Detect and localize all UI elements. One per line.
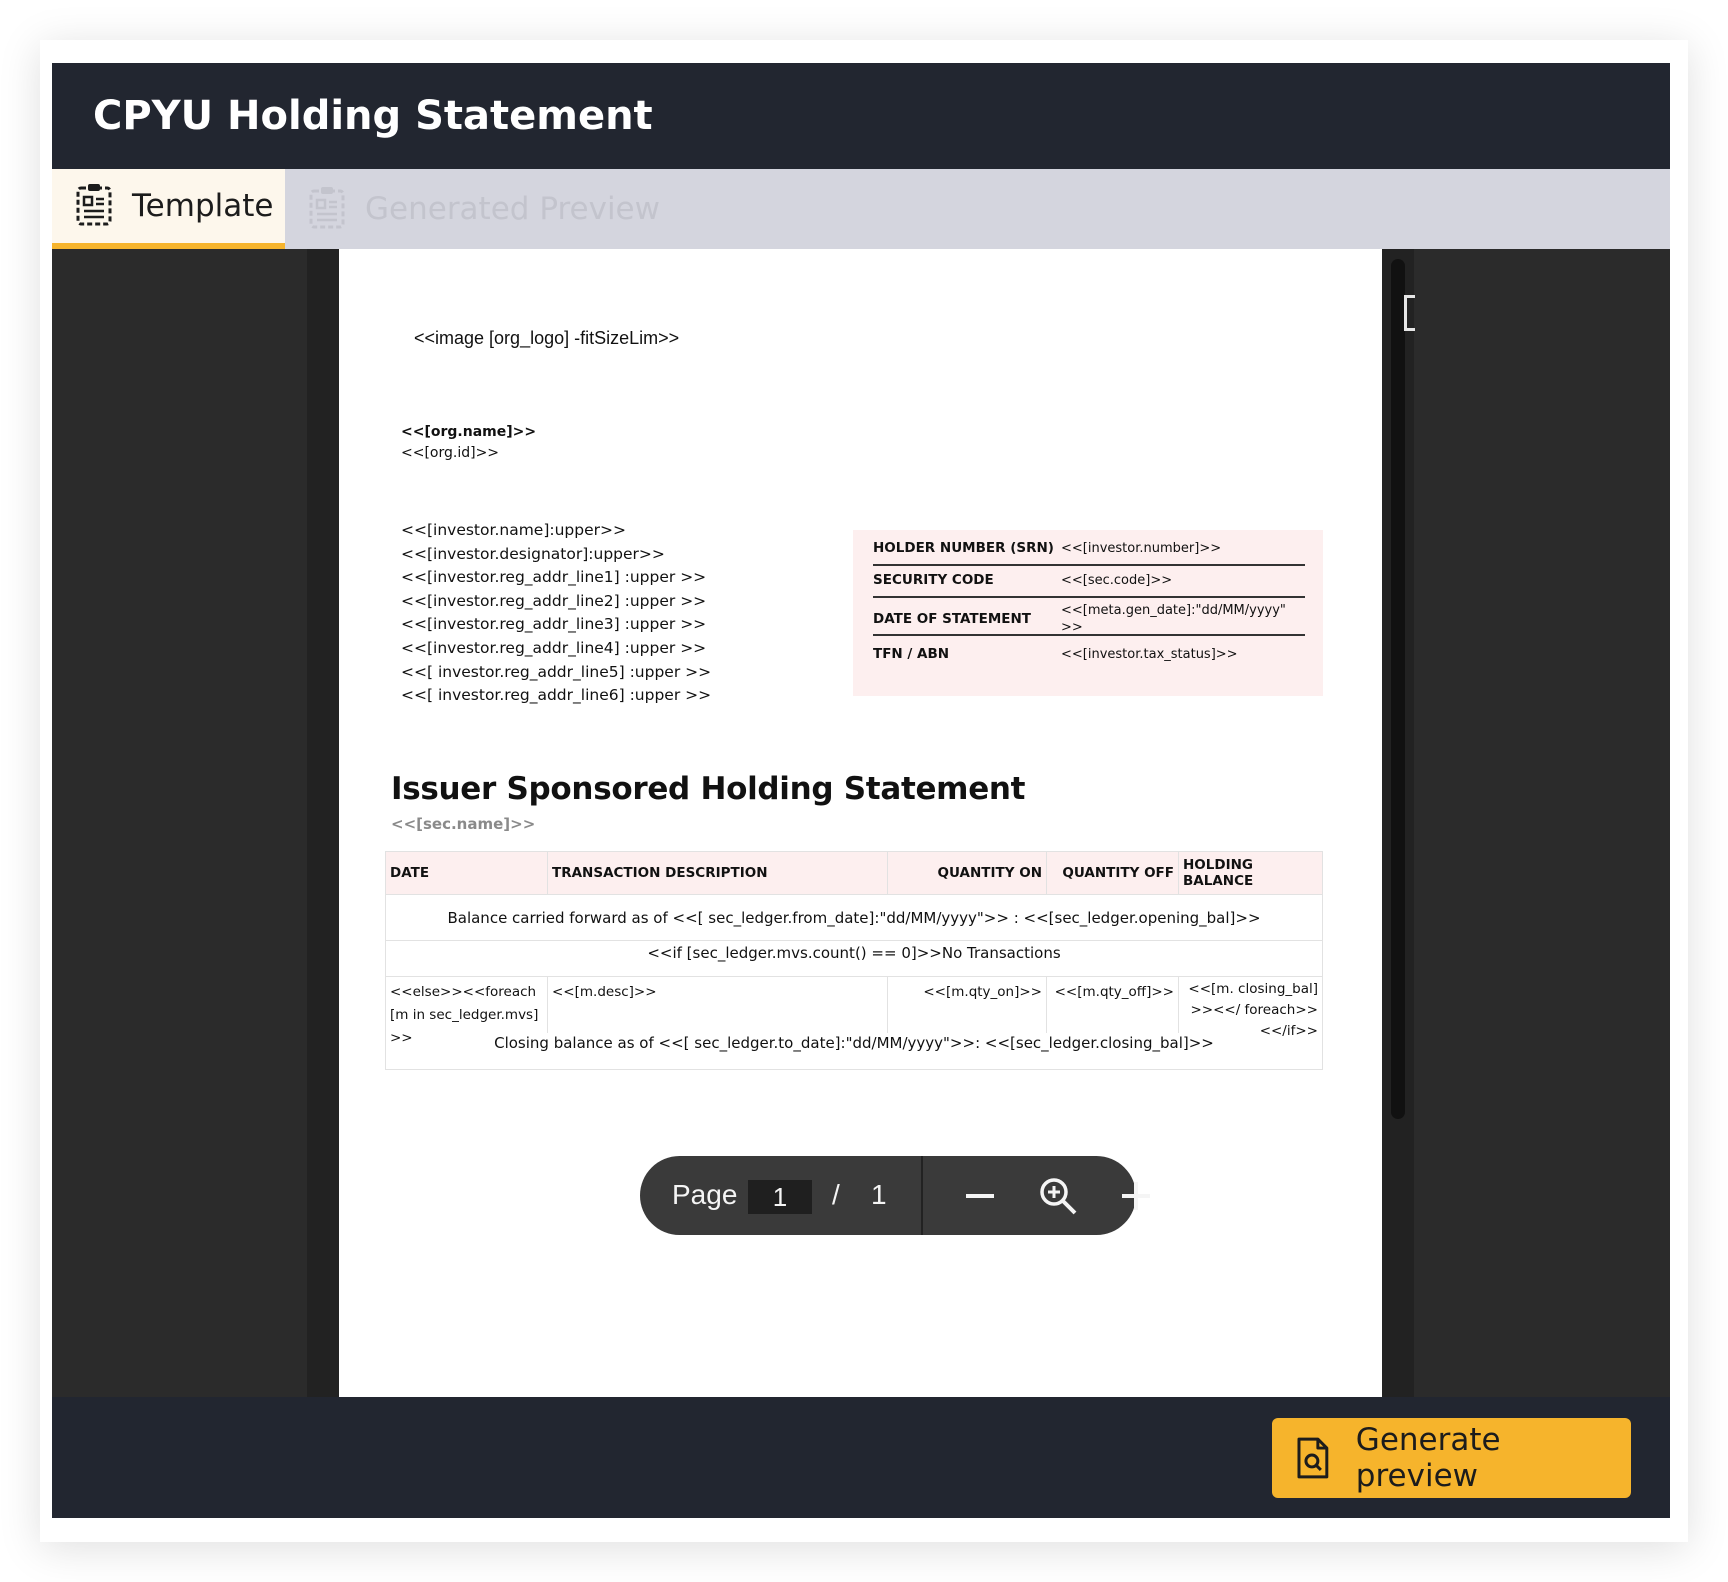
- address-line: <<[investor.reg_addr_line2] :upper >>: [401, 591, 707, 610]
- holder-info-value: <<[investor.tax_status]>>: [1061, 647, 1238, 662]
- column-header: QUANTITY OFF: [1047, 852, 1179, 894]
- address-line: <<[investor.designator]:upper>>: [401, 544, 665, 563]
- statement-subheading: <<[sec.name]>>: [391, 815, 536, 833]
- ledger-header: DATE TRANSACTION DESCRIPTION QUANTITY ON…: [386, 852, 1322, 895]
- table-cell: <<[m.qty_on]>>: [888, 977, 1047, 1033]
- tab-generated-preview-label: Generated Preview: [365, 191, 660, 227]
- holder-info-label: SECURITY CODE: [873, 572, 994, 588]
- address-line: <<[investor.reg_addr_line4] :upper >>: [401, 638, 707, 657]
- tab-template-label: Template: [132, 188, 274, 224]
- investor-address-block: <<[investor.name]:upper>> <<[investor.de…: [401, 519, 711, 708]
- column-header: TRANSACTION DESCRIPTION: [548, 852, 888, 894]
- page-label: Page: [672, 1179, 738, 1210]
- column-header: QUANTITY ON: [888, 852, 1047, 894]
- tab-bar: Template Generated Preview: [52, 169, 1670, 249]
- balance-forward-row: Balance carried forward as of <<[ sec_le…: [386, 895, 1322, 941]
- tab-template[interactable]: Template: [52, 169, 285, 249]
- address-line: <<[investor.name]:upper>>: [401, 521, 626, 539]
- holder-info-row: DATE OF STATEMENT <<[meta.gen_date]:"dd/…: [873, 603, 1305, 636]
- toolbar-divider: [921, 1156, 923, 1235]
- logo-placeholder: <<image [org_logo] -fitSizeLim>>: [414, 328, 680, 348]
- page-total: 1: [871, 1179, 887, 1210]
- zoom-in-icon[interactable]: [1114, 1174, 1158, 1218]
- address-line: <<[ investor.reg_addr_line5] :upper >>: [401, 662, 712, 681]
- document-preview-icon: [309, 187, 345, 229]
- page-number-input[interactable]: [748, 1180, 812, 1214]
- title-bar: CPYU Holding Statement: [52, 63, 1670, 169]
- holder-info-value: <<[meta.gen_date]:"dd/MM/yyyy" >>: [1061, 603, 1286, 635]
- page-navigation-toolbar: Page / 1: [640, 1156, 1150, 1235]
- holder-info-label: TFN / ABN: [873, 646, 950, 662]
- document-search-icon: [1297, 1437, 1329, 1479]
- address-line: <<[investor.reg_addr_line3] :upper >>: [401, 615, 707, 634]
- generate-preview-button[interactable]: Generate preview: [1272, 1418, 1631, 1498]
- table-cell: <<[m.qty_off]>>: [1047, 977, 1179, 1033]
- page-separator: /: [832, 1179, 840, 1210]
- holder-info-row: HOLDER NUMBER (SRN) <<[investor.number]>…: [873, 540, 1305, 566]
- org-id: <<[org.id]>>: [401, 445, 500, 461]
- table-cell: <<else>><<foreach [m in sec_ledger.mvs]>…: [386, 977, 548, 1046]
- holder-info-value: <<[investor.number]>>: [1061, 541, 1222, 556]
- footer-bar: Generate preview: [52, 1397, 1670, 1518]
- holder-info-value: <<[sec.code]>>: [1061, 573, 1173, 588]
- tab-generated-preview[interactable]: Generated Preview: [285, 169, 685, 249]
- org-name: <<[org.name]>>: [401, 424, 537, 440]
- bracket-icon: [1404, 295, 1415, 331]
- zoom-out-icon[interactable]: [958, 1174, 1002, 1218]
- table-cell: <<[m. closing_bal]>><</ foreach>><</if>>: [1188, 981, 1318, 1039]
- ledger-table: DATE TRANSACTION DESCRIPTION QUANTITY ON…: [385, 851, 1323, 1070]
- closing-balance-row: Closing balance as of <<[ sec_ledger.to_…: [494, 1034, 1214, 1052]
- column-header: HOLDING BALANCE: [1183, 857, 1254, 889]
- column-header: DATE: [386, 852, 548, 894]
- document-template-icon: [76, 184, 112, 226]
- zoom-fit-icon[interactable]: [1036, 1174, 1080, 1218]
- address-line: <<[investor.reg_addr_line1] :upper >>: [401, 568, 707, 587]
- table-cell: <<[m.desc]>>: [548, 977, 888, 1033]
- holder-info-row: SECURITY CODE <<[sec.code]>>: [873, 572, 1305, 598]
- generate-preview-label: Generate preview: [1355, 1422, 1501, 1494]
- holder-info-label: DATE OF STATEMENT: [873, 611, 1032, 627]
- holder-info-box: HOLDER NUMBER (SRN) <<[investor.number]>…: [853, 530, 1323, 696]
- table-row: <<else>><<foreach [m in sec_ledger.mvs]>…: [386, 977, 1322, 1046]
- app-window: CPYU Holding Statement Template Generate…: [52, 63, 1670, 1518]
- viewer-scrollbar[interactable]: [1391, 259, 1405, 1119]
- holder-info-row: TFN / ABN <<[investor.tax_status]>>: [873, 646, 1305, 670]
- viewer-gutter-left: [307, 249, 339, 1397]
- holder-info-label: HOLDER NUMBER (SRN): [873, 540, 1054, 556]
- statement-heading: Issuer Sponsored Holding Statement: [391, 771, 1026, 807]
- address-line: <<[ investor.reg_addr_line6] :upper >>: [401, 686, 712, 705]
- app-title: CPYU Holding Statement: [93, 93, 653, 139]
- no-transactions-row: <<if [sec_ledger.mvs.count() == 0]>>No T…: [386, 941, 1322, 977]
